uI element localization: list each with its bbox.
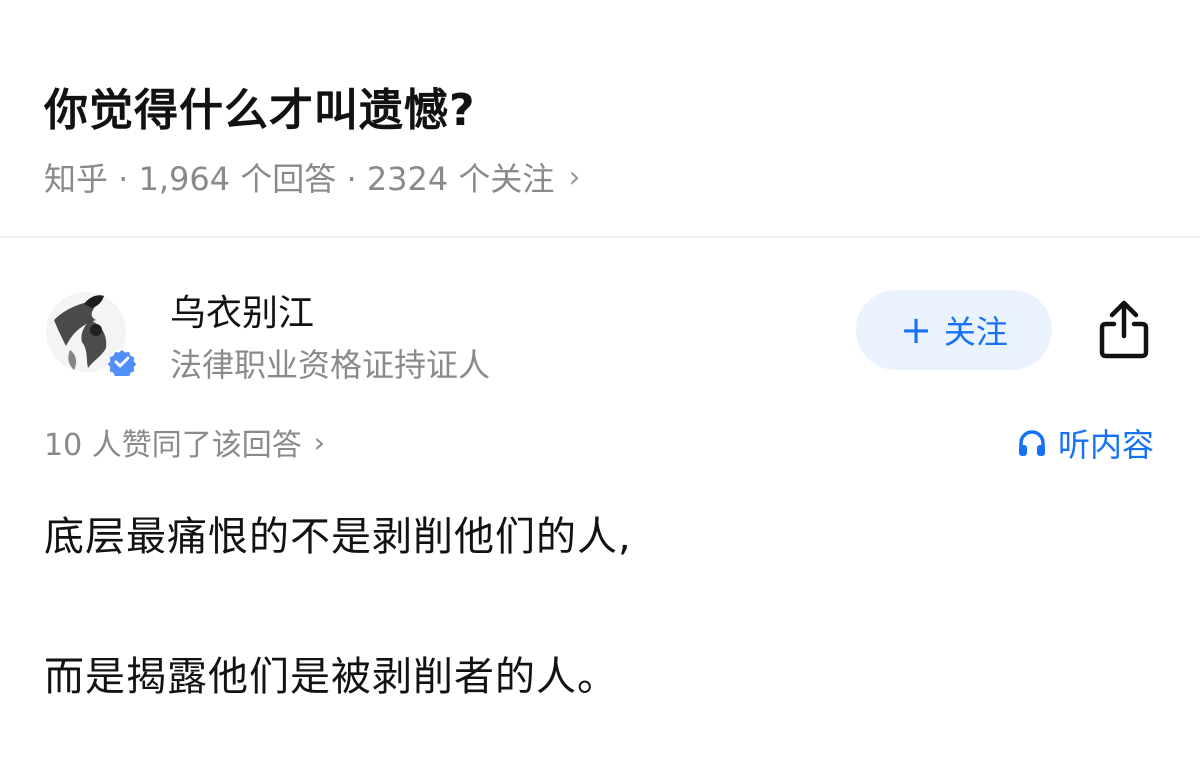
answer-page: 你觉得什么才叫遗憾? 知乎 · 1,964 个回答 · 2324 个关注 › 乌…: [0, 0, 1200, 771]
author-name[interactable]: 乌衣别江: [170, 284, 314, 336]
plus-icon: +: [900, 308, 932, 352]
follow-label: 关注: [943, 313, 1008, 351]
question-title[interactable]: 你觉得什么才叫遗憾?: [44, 74, 476, 138]
avatar[interactable]: [44, 290, 136, 376]
share-icon[interactable]: [1096, 298, 1152, 360]
chevron-right-icon: ›: [313, 425, 325, 459]
question-meta-text: 知乎 · 1,964 个回答 · 2324 个关注: [44, 160, 555, 198]
answer-paragraph: 底层最痛恨的不是剥削他们的人,: [44, 514, 632, 560]
author-credential: 法律职业资格证持证人: [170, 346, 491, 384]
chevron-right-icon: ›: [568, 159, 581, 195]
upvote-text: 10 人赞同了该回答: [44, 428, 302, 463]
listen-button[interactable]: 听内容: [1016, 420, 1154, 466]
question-meta[interactable]: 知乎 · 1,964 个回答 · 2324 个关注 ›: [44, 154, 580, 200]
divider: [0, 236, 1200, 238]
follow-button[interactable]: + 关注: [856, 290, 1052, 370]
answer-paragraph: 而是揭露他们是被剥削者的人。: [44, 654, 618, 700]
upvote-count[interactable]: 10 人赞同了该回答 ›: [44, 420, 325, 464]
listen-label: 听内容: [1057, 426, 1154, 464]
headphones-icon: [1018, 430, 1045, 456]
